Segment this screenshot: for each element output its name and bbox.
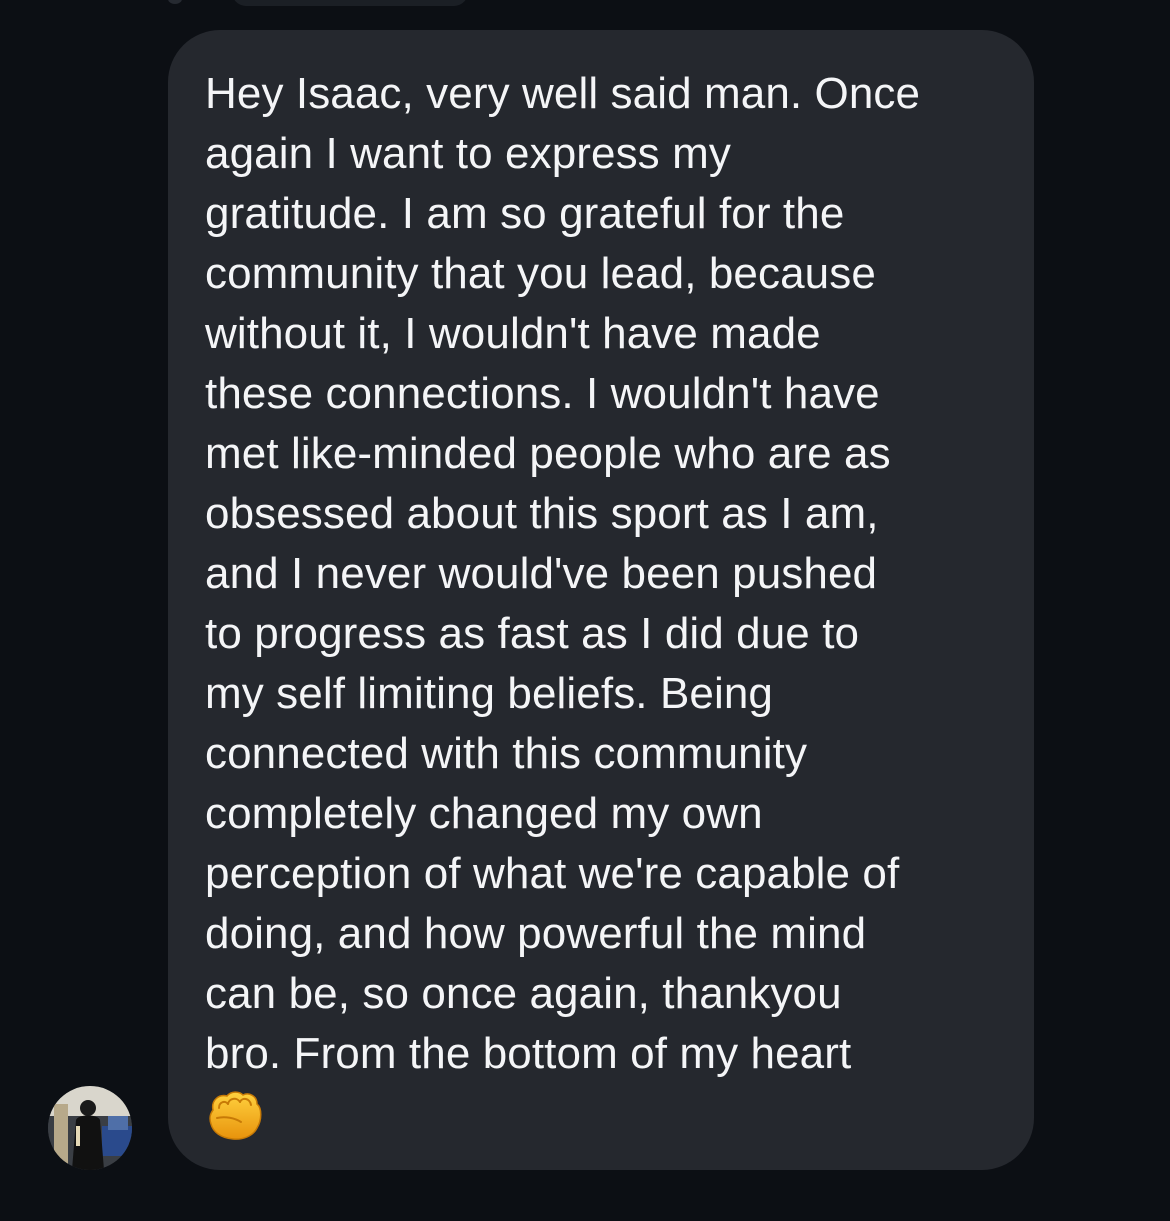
message-line: met like-minded people who are as bbox=[205, 429, 891, 478]
message-line: to progress as fast as I did due to bbox=[205, 609, 860, 658]
message-line: perception of what we're capable of bbox=[205, 849, 900, 898]
previous-message-indicator bbox=[168, 0, 182, 4]
message-text: Hey Isaac, very well said man. Once agai… bbox=[205, 64, 1004, 1084]
message-line: these connections. I wouldn't have bbox=[205, 369, 880, 418]
message-line: gratitude. I am so grateful for the bbox=[205, 189, 845, 238]
message-line: completely changed my own bbox=[205, 789, 763, 838]
oncoming-fist-icon bbox=[205, 1088, 263, 1142]
message-line: can be, so once again, thankyou bbox=[205, 969, 842, 1018]
emoji-row bbox=[205, 1088, 1004, 1144]
message-line: doing, and how powerful the mind bbox=[205, 909, 867, 958]
message-line: bro. From the bottom of my heart bbox=[205, 1029, 852, 1078]
message-line: community that you lead, because bbox=[205, 249, 876, 298]
message-line: Hey Isaac, very well said man. Once bbox=[205, 69, 921, 118]
message-line: my self limiting beliefs. Being bbox=[205, 669, 773, 718]
message-line: obsessed about this sport as I am, bbox=[205, 489, 879, 538]
message-bubble[interactable]: Hey Isaac, very well said man. Once agai… bbox=[168, 30, 1034, 1170]
message-line: without it, I wouldn't have made bbox=[205, 309, 821, 358]
message-line: again I want to express my bbox=[205, 129, 731, 178]
previous-message-bubble-edge bbox=[232, 0, 468, 6]
avatar-photo bbox=[48, 1086, 132, 1170]
message-line: and I never would've been pushed bbox=[205, 549, 878, 598]
message-line: connected with this community bbox=[205, 729, 808, 778]
avatar[interactable] bbox=[48, 1086, 132, 1170]
